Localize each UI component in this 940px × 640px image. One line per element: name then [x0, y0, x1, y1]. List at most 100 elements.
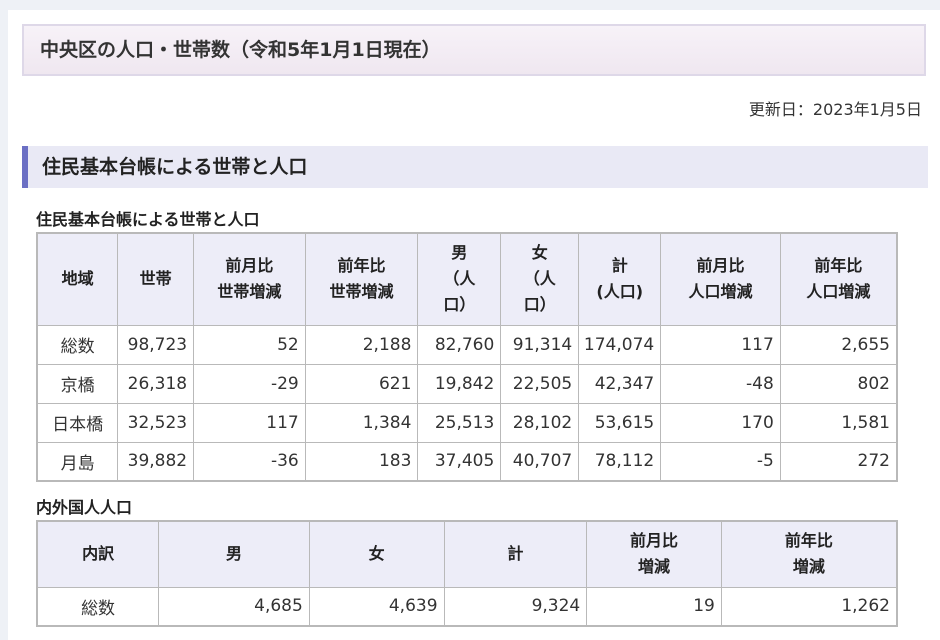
- value-cell: 53,615: [578, 402, 662, 443]
- value-cell: 4,685: [158, 586, 310, 627]
- row-label-cell: 京橋: [36, 363, 119, 404]
- header-line: 世帯増減: [329, 282, 394, 302]
- header-line: 計: [611, 256, 628, 276]
- header-line: (人口): [596, 282, 644, 302]
- value-cell: 1,581: [779, 402, 898, 443]
- value-cell: 19: [586, 586, 722, 627]
- value-cell: 28,102: [500, 402, 580, 443]
- table-row: 月島 39,882 -36 183 37,405 40,707 78,112 -5 272: [36, 441, 898, 482]
- value-cell: 26,318: [117, 363, 195, 404]
- table1-header-cell: 地域: [36, 232, 119, 326]
- header-line: 世帯増減: [217, 282, 282, 302]
- table1-header-cell: 計 (人口): [578, 232, 662, 326]
- table2-caption: 内外国人人口: [36, 498, 133, 517]
- header-line: 世帯: [139, 269, 172, 289]
- value-cell: 52: [193, 324, 306, 365]
- value-cell: 1,262: [720, 586, 898, 627]
- header-line: 増減: [638, 557, 671, 577]
- header-line: 前年比: [337, 256, 386, 276]
- header-line: （人: [523, 269, 556, 289]
- header-line: 前年比: [814, 256, 863, 276]
- row-label-cell: 月島: [36, 441, 119, 482]
- header-line: 地域: [61, 269, 94, 289]
- table-row: 総数 4,685 4,639 9,324 19 1,262: [36, 586, 898, 627]
- table2-header-row: 内訳男女計前月比 増減 前年比 増減: [36, 520, 898, 588]
- value-cell: 22,505: [500, 363, 580, 404]
- value-cell: 4,639: [308, 586, 445, 627]
- value-cell: 39,882: [117, 441, 195, 482]
- table2-header-cell: 内訳: [36, 520, 160, 588]
- value-cell: -36: [193, 441, 306, 482]
- table1-header-cell: 世帯: [117, 232, 195, 326]
- value-cell: 98,723: [117, 324, 195, 365]
- value-cell: 78,112: [578, 441, 662, 482]
- page-content: 中央区の人口・世帯数（令和5年1月1日現在） 更新日：2023年1月5日 住民基…: [8, 10, 940, 640]
- table1-header-cell: 男 （人口）: [417, 232, 502, 326]
- table1-header-cell: 女 （人口）: [500, 232, 580, 326]
- table1-header-cell: 前年比 人口増減: [779, 232, 898, 326]
- table-row: 日本橋 32,523 117 1,384 25,513 28,102 53,615 170 1,…: [36, 402, 898, 443]
- value-cell: 117: [193, 402, 306, 443]
- header-line: （人: [443, 269, 476, 289]
- household-population-table: 地域 世帯 前月比 世帯増減 前年比 世帯増減男（人 口）女（人 口）計 (人口) 前月比 人口増減…: [36, 232, 898, 482]
- table-row: 総数 98,723 52 2,188 82,760 91,314 174,074 117 2,6…: [36, 324, 898, 365]
- value-cell: 2,655: [779, 324, 898, 365]
- value-cell: 42,347: [578, 363, 662, 404]
- table1-header-cell: 前月比 世帯増減: [193, 232, 306, 326]
- header-line: 女: [368, 544, 385, 564]
- header-line: 口）: [523, 295, 556, 315]
- header-line: 前月比: [630, 531, 679, 551]
- table2-body: 総数 4,685 4,639 9,324 19 1,262: [36, 586, 898, 627]
- row-label-cell: 総数: [36, 586, 160, 627]
- header-line: 人口増減: [806, 282, 871, 302]
- value-cell: 19,842: [417, 363, 502, 404]
- header-line: 女: [531, 243, 548, 263]
- section-heading-text: 住民基本台帳による世帯と人口: [42, 156, 308, 178]
- foreign-population-table: 内訳男女計前月比 増減 前年比 増減 総数 4,685 4,639 9,324 19 1,262: [36, 520, 898, 627]
- row-label-cell: 総数: [36, 324, 119, 365]
- page-title: 中央区の人口・世帯数（令和5年1月1日現在）: [40, 39, 441, 61]
- table2-header-cell: 前月比 増減: [586, 520, 722, 588]
- row-label-cell: 日本橋: [36, 402, 119, 443]
- header-line: 増減: [792, 557, 825, 577]
- value-cell: 40,707: [500, 441, 580, 482]
- value-cell: 25,513: [417, 402, 502, 443]
- value-cell: 1,384: [304, 402, 419, 443]
- header-line: 男: [451, 243, 468, 263]
- value-cell: -29: [193, 363, 306, 404]
- value-cell: 802: [779, 363, 898, 404]
- header-line: 前月比: [225, 256, 274, 276]
- value-cell: 272: [779, 441, 898, 482]
- header-line: 内訳: [82, 544, 115, 564]
- value-cell: 170: [660, 402, 781, 443]
- value-cell: 82,760: [417, 324, 502, 365]
- value-cell: -48: [660, 363, 781, 404]
- value-cell: -5: [660, 441, 781, 482]
- header-line: 人口増減: [688, 282, 753, 302]
- value-cell: 37,405: [417, 441, 502, 482]
- updated-date: 更新日：2023年1月5日: [748, 100, 922, 119]
- table1-caption: 住民基本台帳による世帯と人口: [36, 210, 260, 229]
- value-cell: 174,074: [578, 324, 662, 365]
- section-heading: 住民基本台帳による世帯と人口: [22, 146, 928, 188]
- header-line: 前年比: [784, 531, 833, 551]
- value-cell: 117: [660, 324, 781, 365]
- table1-header-row: 地域 世帯 前月比 世帯増減 前年比 世帯増減男（人 口）女（人 口）計 (人口) 前月比 人口増減…: [36, 232, 898, 326]
- value-cell: 183: [304, 441, 419, 482]
- title-box: 中央区の人口・世帯数（令和5年1月1日現在）: [22, 24, 926, 76]
- table-row: 京橋 26,318 -29 621 19,842 22,505 42,347 -48 802: [36, 363, 898, 404]
- table1-body: 総数 98,723 52 2,188 82,760 91,314 174,074 117 2,6…: [36, 324, 898, 482]
- header-line: 男: [225, 544, 242, 564]
- value-cell: 32,523: [117, 402, 195, 443]
- table2-header-cell: 計: [443, 520, 588, 588]
- header-line: 前月比: [696, 256, 745, 276]
- value-cell: 91,314: [500, 324, 580, 365]
- header-line: 口）: [443, 295, 476, 315]
- header-line: 計: [507, 544, 524, 564]
- table2-header-cell: 男: [158, 520, 310, 588]
- table2-header-cell: 前年比 増減: [720, 520, 898, 588]
- value-cell: 2,188: [304, 324, 419, 365]
- table1-header-cell: 前月比 人口増減: [660, 232, 781, 326]
- table2-header-cell: 女: [308, 520, 445, 588]
- table1-header-cell: 前年比 世帯増減: [304, 232, 419, 326]
